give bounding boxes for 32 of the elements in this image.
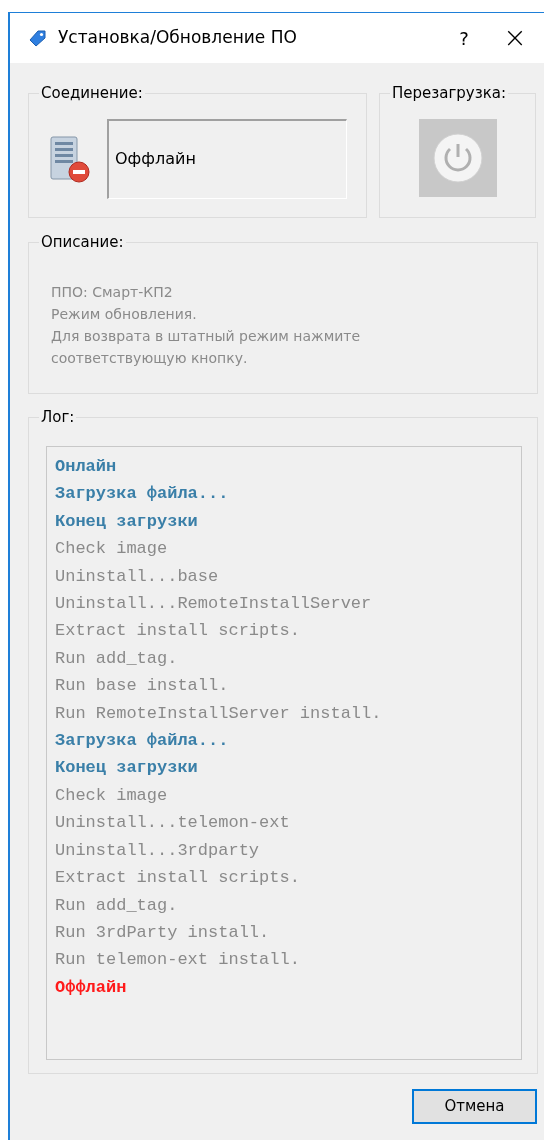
description-line: ППО: Смарт-КП2 xyxy=(51,283,174,302)
help-button[interactable]: ? xyxy=(444,24,484,52)
log-line: Extract install scripts. xyxy=(55,620,301,643)
description-line: соответствующую кнопку. xyxy=(51,349,249,368)
log-line: Check image xyxy=(55,538,169,561)
cancel-button[interactable]: Отмена xyxy=(412,1089,537,1124)
log-line: Extract install scripts. xyxy=(55,867,301,890)
description-line: Режим обновления. xyxy=(51,305,198,324)
log-line: Конец загрузки xyxy=(55,757,199,780)
window-title: Установка/Обновление ПО xyxy=(58,26,298,50)
status-text: Оффлайн xyxy=(115,148,196,170)
log-line: Загрузка файла... xyxy=(55,730,230,753)
close-button[interactable]: × xyxy=(500,24,530,52)
log-line: Run 3rdParty install. xyxy=(55,921,271,944)
log-line: Check image xyxy=(55,784,169,807)
log-line: Онлайн xyxy=(55,456,118,478)
description-line: Для возврата в штатный режим нажмите xyxy=(51,327,362,346)
log-line: Uninstall...base xyxy=(55,565,220,588)
log-line: Конец загрузки xyxy=(55,510,199,533)
power-icon xyxy=(431,131,484,184)
log-line: Uninstall...telemon-ext xyxy=(55,812,291,835)
log-line: Uninstall...3rdparty xyxy=(55,839,261,862)
log-line: Загрузка файла... xyxy=(55,483,230,506)
log-line: Run add_tag. xyxy=(55,894,179,917)
group-label: Соединение: xyxy=(39,83,145,103)
group-label: Перезагрузка: xyxy=(390,83,508,103)
log-line: Run telemon-ext install. xyxy=(55,949,301,972)
log-line: Оффлайн xyxy=(55,976,128,999)
log-line: Run base install. xyxy=(55,675,230,698)
log-line: Run RemoteInstallServer install. xyxy=(55,702,383,725)
log-line: Uninstall...RemoteInstallServer xyxy=(55,593,373,616)
log-line: Run add_tag. xyxy=(55,647,179,670)
